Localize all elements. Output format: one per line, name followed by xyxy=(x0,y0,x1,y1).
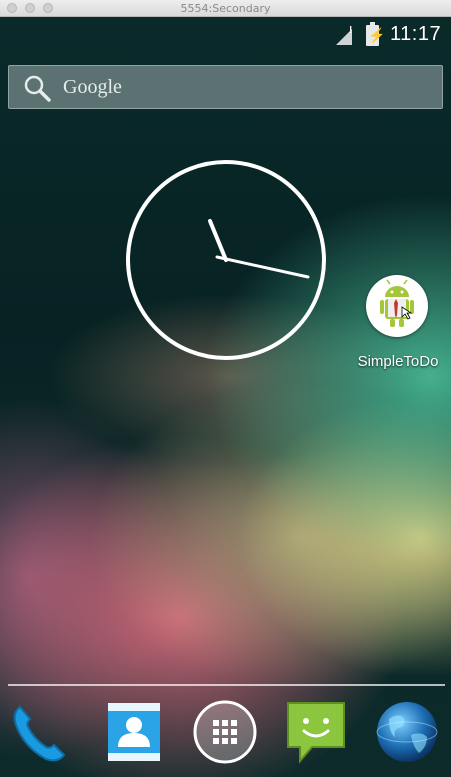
favorites-dock xyxy=(0,689,451,777)
dock-contacts[interactable] xyxy=(102,699,166,765)
status-time: 11:17 xyxy=(390,23,442,45)
contacts-icon xyxy=(108,703,160,761)
dock-browser[interactable] xyxy=(375,699,439,765)
dock-phone[interactable] xyxy=(10,699,74,765)
clock-hour-hand xyxy=(208,219,228,262)
no-service-mark: ! xyxy=(349,25,353,36)
dock-divider xyxy=(8,684,445,686)
emulator-window: 5554:Secondary ! ⚡ 11:17 Google SimpleTo… xyxy=(0,0,451,777)
dock-app-drawer[interactable] xyxy=(193,699,257,765)
analog-clock-widget[interactable] xyxy=(124,158,328,362)
app-label-simpletodo: SimpleToDo xyxy=(357,353,439,370)
android-robot-icon xyxy=(366,275,428,337)
search-label: Google xyxy=(63,76,122,98)
google-search-bar[interactable]: Google xyxy=(8,65,443,109)
browser-globe-icon xyxy=(376,702,438,762)
app-shortcut-simpletodo[interactable]: SimpleToDo xyxy=(352,273,444,373)
window-titlebar: 5554:Secondary xyxy=(0,0,451,17)
messaging-icon xyxy=(287,702,345,764)
clock-minute-hand xyxy=(215,255,310,279)
android-home-screen[interactable]: ! ⚡ 11:17 Google SimpleToDo xyxy=(0,17,451,777)
window-title: 5554:Secondary xyxy=(180,2,271,15)
status-bar[interactable]: ! ⚡ 11:17 xyxy=(0,17,451,57)
phone-icon xyxy=(13,705,66,762)
dock-messaging[interactable] xyxy=(284,699,348,765)
search-icon xyxy=(24,75,51,102)
app-drawer-icon xyxy=(193,700,257,764)
battery-charging-icon: ⚡ xyxy=(366,22,385,46)
